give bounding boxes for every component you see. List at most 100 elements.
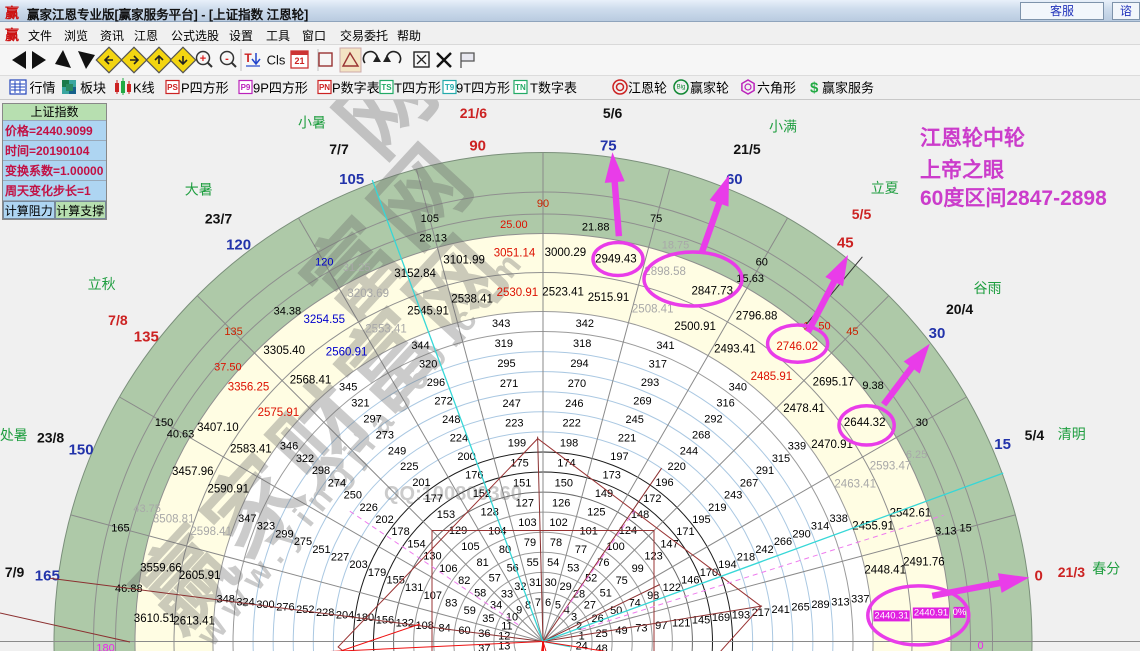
- svg-text:77: 77: [575, 544, 587, 556]
- svg-text:178: 178: [391, 526, 409, 538]
- svg-text:81: 81: [476, 557, 488, 569]
- svg-text:2508.41: 2508.41: [632, 304, 674, 316]
- svg-text:147: 147: [660, 538, 678, 550]
- svg-text:222: 222: [563, 418, 581, 430]
- svg-text:3559.66: 3559.66: [140, 563, 182, 575]
- svg-text:59: 59: [464, 605, 476, 617]
- svg-text:行情: 行情: [30, 81, 56, 96]
- svg-text:3254.55: 3254.55: [304, 314, 346, 326]
- svg-text:23/8: 23/8: [37, 430, 64, 446]
- svg-text:2440.91: 2440.91: [914, 608, 948, 619]
- svg-text:28.13: 28.13: [419, 233, 447, 245]
- svg-text:PS: PS: [167, 83, 178, 92]
- svg-text:245: 245: [626, 414, 644, 426]
- svg-text:T9: T9: [445, 83, 455, 92]
- svg-text:319: 319: [495, 338, 513, 350]
- svg-text:171: 171: [676, 526, 694, 538]
- svg-text:21/6: 21/6: [460, 105, 487, 121]
- svg-text:125: 125: [587, 507, 605, 519]
- svg-text:223: 223: [505, 418, 523, 430]
- svg-text:347: 347: [238, 513, 256, 525]
- svg-text:5/4: 5/4: [1025, 427, 1045, 443]
- svg-text:3508.81: 3508.81: [153, 513, 195, 525]
- svg-text:2493.41: 2493.41: [714, 343, 756, 355]
- svg-text:247: 247: [503, 398, 521, 410]
- svg-text:244: 244: [680, 445, 698, 457]
- svg-text:105: 105: [339, 171, 364, 188]
- svg-text:274: 274: [328, 477, 346, 489]
- svg-text:105: 105: [421, 213, 439, 225]
- svg-text:79: 79: [524, 537, 536, 549]
- svg-text:342: 342: [576, 318, 594, 330]
- svg-text:226: 226: [360, 502, 378, 514]
- svg-text:P9: P9: [241, 83, 251, 92]
- svg-text:六角形: 六角形: [757, 81, 796, 96]
- svg-text:赢家服务: 赢家服务: [822, 81, 874, 96]
- svg-text:2530.91: 2530.91: [497, 287, 539, 299]
- svg-text:224: 224: [450, 433, 468, 445]
- svg-text:291: 291: [756, 465, 774, 477]
- svg-text:227: 227: [331, 551, 349, 563]
- svg-text:165: 165: [35, 568, 60, 585]
- svg-text:P四方形: P四方形: [181, 81, 229, 96]
- svg-text:54: 54: [547, 557, 559, 569]
- svg-text:2898.58: 2898.58: [644, 266, 686, 278]
- svg-text:322: 322: [296, 453, 314, 465]
- svg-text:3152.84: 3152.84: [394, 268, 436, 280]
- svg-text:3051.14: 3051.14: [494, 248, 536, 260]
- svg-text:219: 219: [708, 502, 726, 514]
- svg-text:298: 298: [312, 465, 330, 477]
- svg-text:90: 90: [537, 198, 549, 210]
- svg-text:338: 338: [830, 513, 848, 525]
- svg-text:315: 315: [772, 453, 790, 465]
- svg-text:21: 21: [294, 56, 304, 66]
- svg-text:194: 194: [718, 559, 736, 571]
- svg-text:T: T: [244, 51, 252, 65]
- svg-text:340: 340: [729, 382, 747, 394]
- svg-text:2575.91: 2575.91: [258, 407, 300, 419]
- svg-text:290: 290: [792, 528, 810, 540]
- svg-text:296: 296: [427, 377, 445, 389]
- svg-text:153: 153: [437, 509, 455, 521]
- svg-text:2542.61: 2542.61: [890, 508, 932, 520]
- svg-text:73: 73: [635, 623, 647, 635]
- svg-text:314: 314: [811, 521, 829, 533]
- svg-text:128: 128: [481, 507, 499, 519]
- svg-text:5: 5: [555, 599, 561, 611]
- svg-text:344: 344: [411, 340, 429, 352]
- svg-text:2538.41: 2538.41: [451, 293, 493, 305]
- svg-text:241: 241: [772, 604, 790, 616]
- svg-text:5/5: 5/5: [852, 206, 872, 222]
- svg-text:75: 75: [650, 213, 662, 225]
- svg-text:29: 29: [559, 581, 571, 593]
- svg-text:317: 317: [649, 358, 667, 370]
- svg-text:2695.17: 2695.17: [813, 377, 855, 389]
- svg-text:23/7: 23/7: [205, 211, 232, 227]
- svg-text:0: 0: [977, 640, 983, 651]
- svg-text:202: 202: [375, 514, 393, 526]
- svg-text:春分: 春分: [1092, 560, 1120, 576]
- svg-text:150: 150: [155, 417, 173, 429]
- svg-text:105: 105: [461, 541, 479, 553]
- svg-text:318: 318: [573, 338, 591, 350]
- svg-text:3305.40: 3305.40: [263, 345, 305, 357]
- svg-text:2545.91: 2545.91: [407, 305, 449, 317]
- svg-text:2515.91: 2515.91: [588, 292, 630, 304]
- svg-text:289: 289: [811, 599, 829, 611]
- svg-text:7: 7: [535, 597, 541, 609]
- svg-text:99: 99: [632, 563, 644, 575]
- svg-text:PN: PN: [319, 83, 330, 92]
- svg-text:2598.41: 2598.41: [190, 526, 232, 538]
- svg-text:3407.10: 3407.10: [197, 422, 239, 434]
- svg-text:197: 197: [610, 451, 628, 463]
- svg-text:316: 316: [716, 398, 734, 410]
- svg-text:341: 341: [656, 340, 674, 352]
- svg-text:57: 57: [489, 573, 501, 585]
- svg-text:2491.76: 2491.76: [903, 557, 945, 569]
- svg-text:30: 30: [929, 325, 946, 342]
- svg-text:198: 198: [560, 438, 578, 450]
- svg-text:294: 294: [570, 358, 588, 370]
- svg-text:126: 126: [552, 497, 570, 509]
- svg-text:170: 170: [700, 567, 718, 579]
- svg-text:40.63: 40.63: [167, 428, 195, 440]
